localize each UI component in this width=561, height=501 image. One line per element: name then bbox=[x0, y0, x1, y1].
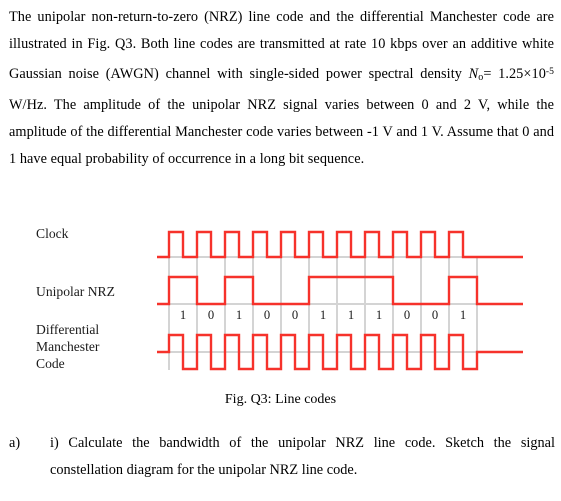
question-text: i) Calculate the bandwidth of the unipol… bbox=[50, 435, 555, 478]
bit-label: 0 bbox=[263, 308, 271, 322]
bit-label: 0 bbox=[207, 308, 215, 322]
question-marker: a) bbox=[9, 435, 21, 451]
bit-label: 1 bbox=[179, 308, 187, 322]
bit-label: 1 bbox=[235, 308, 243, 322]
noise-psd-value: = 1.25×10 bbox=[483, 66, 546, 83]
noise-psd-exponent: -5 bbox=[545, 66, 554, 78]
intro-line-4a: spectral density bbox=[368, 66, 469, 83]
clock-waveform bbox=[157, 230, 523, 259]
figure-caption: Fig. Q3: Line codes bbox=[224, 392, 337, 407]
line-code-waveform-plot bbox=[157, 230, 523, 371]
bit-label: 0 bbox=[291, 308, 299, 322]
intro-line-7: occurrence in a long bit sequence. bbox=[168, 151, 365, 168]
figure-q3: Clock Unipolar NRZ Differential Manchest… bbox=[0, 204, 561, 384]
bit-label: 0 bbox=[403, 308, 411, 322]
intro-line-1: The unipolar non-return-to-zero (NRZ) li… bbox=[9, 9, 498, 25]
noise-psd-symbol: N bbox=[468, 66, 479, 83]
bit-label: 1 bbox=[347, 308, 355, 322]
bit-label: 1 bbox=[375, 308, 383, 322]
bit-label: 1 bbox=[459, 308, 467, 322]
bit-label: 0 bbox=[431, 308, 439, 322]
unipolar-nrz-waveform bbox=[157, 275, 523, 306]
intro-paragraph: The unipolar non-return-to-zero (NRZ) li… bbox=[9, 4, 554, 173]
document-page: The unipolar non-return-to-zero (NRZ) li… bbox=[0, 0, 561, 501]
intro-line-4c: W/Hz. The amplitude of the unipolar NRZ … bbox=[9, 96, 318, 113]
bit-label: 1 bbox=[319, 308, 327, 322]
